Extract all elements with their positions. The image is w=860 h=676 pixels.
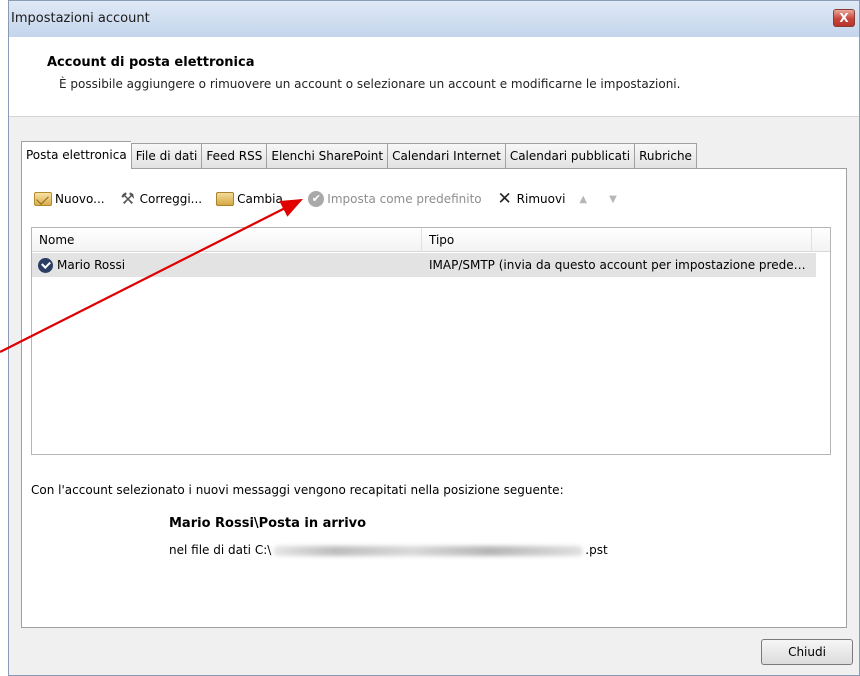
account-name: Mario Rossi <box>57 258 126 272</box>
file-path-suffix: .pst <box>585 543 608 557</box>
default-account-icon <box>38 257 53 273</box>
list-header: Nome Tipo <box>32 228 830 252</box>
new-button-label: Nuovo... <box>55 192 105 206</box>
delivery-folder: Mario Rossi\Posta in arrivo <box>169 516 367 531</box>
tab-email[interactable]: Posta elettronica <box>21 141 131 169</box>
tab-strip: Posta elettronica File di dati Feed RSS … <box>21 141 697 169</box>
repair-tools-icon: ⚒ <box>120 189 135 208</box>
window-title: Impostazioni account <box>11 11 150 26</box>
arrow-up-icon[interactable]: ▲ <box>579 194 587 205</box>
remove-button[interactable]: ✕ Rimuovi <box>496 190 566 208</box>
tab-published-calendars[interactable]: Calendari pubblicati <box>504 143 635 169</box>
repair-button-label: Correggi... <box>139 192 203 206</box>
account-list[interactable]: Nome Tipo Mario Rossi IMAP/SMTP (invia d… <box>31 227 831 455</box>
account-toolbar: Nuovo... ⚒ Correggi... Cambia... ✔ Impos… <box>34 187 639 211</box>
repair-button[interactable]: ⚒ Correggi... <box>119 189 203 208</box>
set-default-button-label: Imposta come predefinito <box>327 192 482 206</box>
tab-sharepoint-lists[interactable]: Elenchi SharePoint <box>266 143 388 169</box>
column-header-name[interactable]: Nome <box>32 228 422 252</box>
window-close-button[interactable]: X <box>833 9 855 27</box>
tab-rss-feeds[interactable]: Feed RSS <box>201 143 267 169</box>
checkmark-circle-icon: ✔ <box>308 191 325 207</box>
account-name-cell: Mario Rossi <box>38 253 418 277</box>
header-title: Account di posta elettronica <box>47 55 255 70</box>
redacted-path <box>273 545 584 556</box>
header-panel: Account di posta elettronica È possibile… <box>9 37 859 117</box>
set-default-button[interactable]: ✔ Imposta come predefinito <box>308 191 482 207</box>
remove-x-icon: ✕ <box>497 189 512 209</box>
delivery-description: Con l'account selezionato i nuovi messag… <box>31 483 564 497</box>
tab-internet-calendars[interactable]: Calendari Internet <box>387 143 505 169</box>
change-button-label: Cambia... <box>237 192 295 206</box>
account-type-cell: IMAP/SMTP (invia da questo account per i… <box>429 258 813 272</box>
header-subtitle: È possibile aggiungere o rimuovere un ac… <box>59 77 681 91</box>
account-settings-window: Impostazioni account X Account di posta … <box>8 0 860 676</box>
tab-data-files[interactable]: File di dati <box>130 143 202 169</box>
tab-address-books[interactable]: Rubriche <box>634 143 697 169</box>
close-dialog-button[interactable]: Chiudi <box>761 639 853 665</box>
column-header-type[interactable]: Tipo <box>422 228 812 252</box>
file-path-prefix: nel file di dati C:\ <box>169 543 272 557</box>
remove-button-label: Rimuovi <box>516 192 566 206</box>
title-bar: Impostazioni account X <box>9 1 859 37</box>
delivery-file-path: nel file di dati C:\ .pst <box>169 543 608 557</box>
change-account-icon <box>216 192 235 206</box>
new-account-icon <box>34 192 52 206</box>
arrow-down-icon[interactable]: ▼ <box>609 194 617 205</box>
change-button[interactable]: Cambia... <box>216 192 294 206</box>
account-row[interactable]: Mario Rossi IMAP/SMTP (invia da questo a… <box>32 253 816 277</box>
new-button[interactable]: Nuovo... <box>34 192 105 206</box>
